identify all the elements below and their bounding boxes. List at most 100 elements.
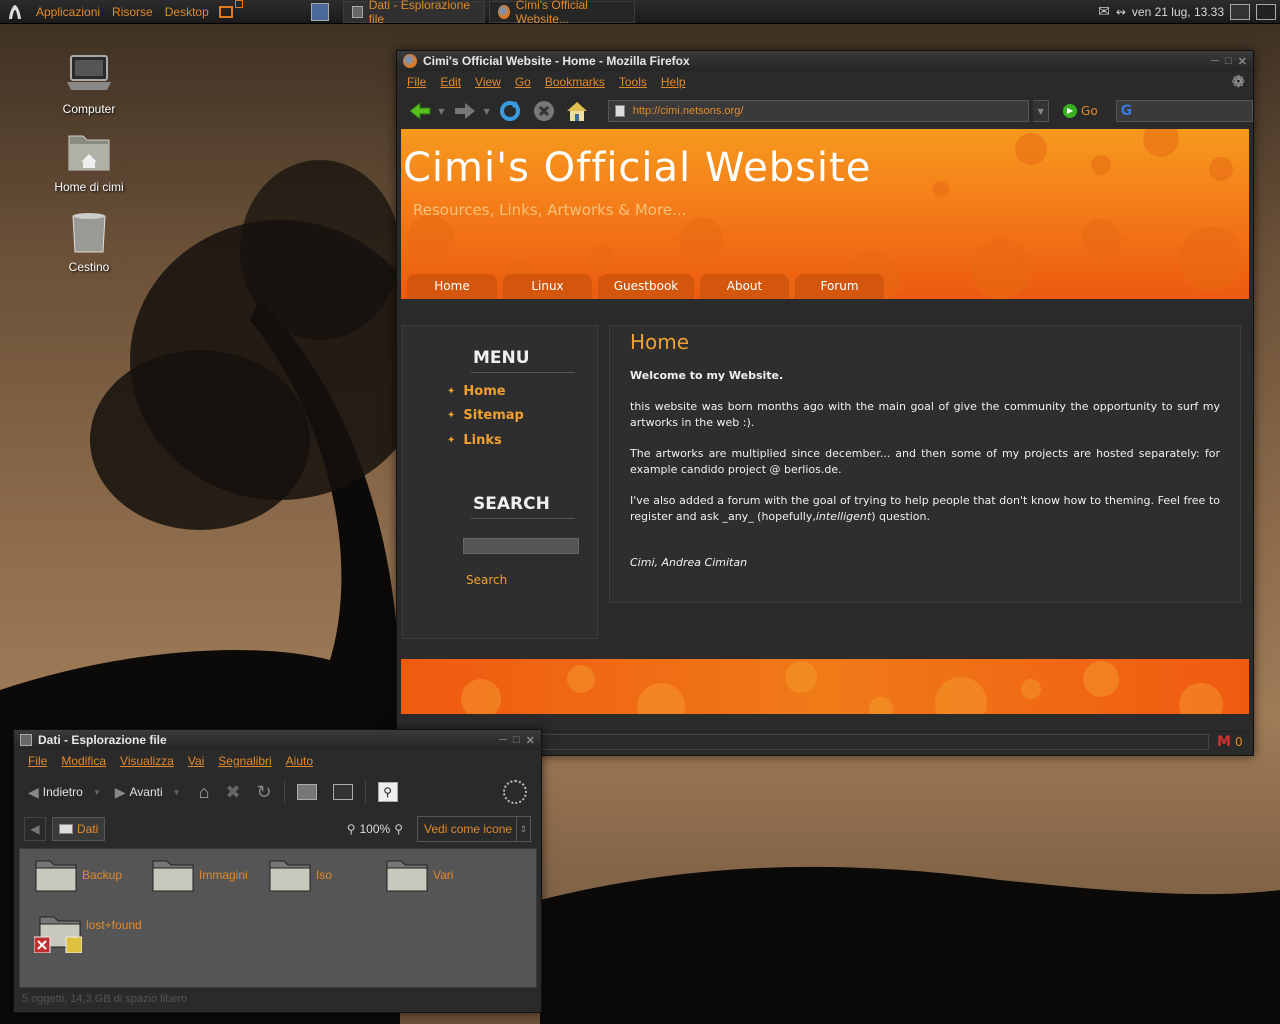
breadcrumb-label: Dati [77, 822, 99, 836]
window-titlebar[interactable]: Dati - Esplorazione file ─ □ ✕ [14, 730, 541, 750]
divider [471, 518, 575, 519]
sidebar-link-home[interactable]: ✦ Home [447, 384, 506, 399]
taskbar-label: Cimi's Official Website... [515, 0, 588, 26]
monitor-icon[interactable] [1230, 3, 1250, 20]
view-mode-select[interactable]: Vedi come icone ⇕ [417, 816, 531, 842]
workspace-switcher[interactable] [218, 0, 243, 18]
taskbar-item-file-manager[interactable]: Dati - Esplorazione file [342, 0, 485, 26]
network-icon[interactable]: ↭ [1116, 5, 1126, 19]
go-button[interactable]: ▶ Go [1063, 104, 1098, 118]
stop-icon [533, 101, 554, 121]
menu-file[interactable]: File [28, 754, 47, 768]
window-titlebar[interactable]: Cimi's Official Website - Home - Mozilla… [397, 51, 1253, 71]
zoom-in-icon[interactable]: ⚲ [394, 822, 403, 836]
stop-button[interactable] [529, 96, 558, 126]
sidebar-link-links[interactable]: ✦ Links [447, 433, 502, 448]
menu-tools[interactable]: Tools [619, 75, 647, 89]
notification-icon[interactable]: ✉ [1098, 3, 1110, 20]
close-icon[interactable]: ✕ [526, 734, 535, 747]
zoom-out-icon[interactable]: ⚲ [347, 822, 356, 836]
page-icon [614, 105, 625, 117]
desktop-icon-label: Home di cimi [54, 180, 124, 194]
home-button[interactable] [562, 96, 591, 126]
web-page: Cimi's Official Website Resources, Links… [401, 129, 1249, 721]
url-bar[interactable]: http://cimi.netsons.org/ [607, 100, 1030, 122]
site-nav-about[interactable]: About [700, 274, 789, 299]
menu-bookmarks[interactable]: Bookmarks [545, 75, 605, 89]
folder-icon [35, 860, 77, 892]
back-button[interactable] [405, 96, 434, 126]
desktop-icon-trash[interactable]: Cestino [44, 210, 134, 274]
applications-menu[interactable]: Applicazioni [30, 5, 106, 19]
menu-go[interactable]: Vai [188, 754, 204, 768]
back-button[interactable]: ◀ Indietro ▼ [24, 784, 105, 801]
drive-icon [59, 824, 73, 834]
site-nav-forum[interactable]: Forum [795, 274, 884, 299]
site-search-input[interactable] [463, 538, 579, 554]
menu-help[interactable]: Aiuto [286, 754, 313, 768]
top-panel: Applicazioni Risorse Desktop Dati - Espl… [0, 0, 1280, 26]
toolbar-separator [364, 780, 366, 804]
divider [471, 372, 575, 373]
folder-label: Vari [433, 868, 454, 882]
desktop-icon-label: Computer [62, 102, 116, 116]
menu-go[interactable]: Go [515, 75, 531, 89]
gmail-count: 0 [1234, 734, 1243, 749]
sidebar-link-sitemap[interactable]: ✦ Sitemap [447, 408, 524, 423]
distro-logo-icon[interactable] [6, 3, 24, 21]
folder-lost-found[interactable]: lost+found [34, 913, 142, 953]
gmail-notifier[interactable]: M 0 [1217, 734, 1243, 750]
busy-spinner-icon [503, 780, 527, 804]
toolbar-separator [283, 780, 285, 804]
breadcrumb-dati[interactable]: Dati [52, 817, 106, 841]
minimize-icon[interactable]: ─ [1211, 55, 1219, 68]
site-nav-linux[interactable]: Linux [503, 274, 592, 299]
folder-vari[interactable]: Vari [385, 857, 453, 893]
reload-button[interactable] [496, 96, 525, 126]
forward-arrow-icon: ▶ [114, 783, 126, 800]
up-icon[interactable]: ⌂ [199, 782, 210, 803]
menu-bookmarks[interactable]: Segnalibri [218, 754, 271, 768]
sidebar-link-label: Links [463, 433, 502, 448]
back-dropdown-icon[interactable]: ▼ [438, 107, 446, 116]
desktop-icon-computer[interactable]: Computer [44, 52, 134, 116]
menu-help[interactable]: Help [661, 75, 686, 89]
folder-label: lost+found [86, 918, 142, 932]
taskbar-item-firefox[interactable]: Cimi's Official Website... [488, 0, 635, 26]
folder-backup[interactable]: Backup [34, 857, 122, 893]
reload-icon[interactable]: ↻ [257, 782, 272, 803]
path-scroll-left-icon[interactable]: ◀ [24, 817, 46, 841]
forward-dropdown-icon[interactable]: ▼ [484, 107, 492, 116]
computer-icon[interactable] [332, 784, 353, 800]
system-monitor-icon[interactable] [1256, 3, 1276, 20]
menu-file[interactable]: File [407, 75, 426, 89]
menu-view[interactable]: View [475, 75, 501, 89]
site-nav-guestbook[interactable]: Guestbook [598, 274, 694, 299]
minimize-icon[interactable]: ─ [499, 734, 507, 747]
forward-button[interactable] [450, 96, 479, 126]
site-search-button[interactable]: Search [466, 573, 507, 587]
desktop-menu[interactable]: Desktop [159, 5, 215, 19]
search-box[interactable]: G [1115, 100, 1254, 122]
home-folder-icon[interactable] [296, 784, 317, 800]
places-menu[interactable]: Risorse [106, 5, 159, 19]
folder-immagini[interactable]: Immagini [151, 857, 248, 893]
menu-edit[interactable]: Modifica [61, 754, 106, 768]
paragraph-1: this website was born months ago with th… [630, 400, 1220, 429]
site-nav-home[interactable]: Home [407, 274, 497, 299]
panel-tray: ✉ ↭ ven 21 lug, 13.33 [1098, 3, 1280, 20]
menu-edit[interactable]: Edit [440, 75, 461, 89]
search-icon[interactable]: ⚲ [377, 782, 398, 802]
menu-view[interactable]: Visualizza [120, 754, 174, 768]
close-icon[interactable]: ✕ [1238, 55, 1247, 68]
show-desktop-icon[interactable] [310, 2, 329, 21]
stop-icon[interactable]: ✖ [225, 782, 240, 803]
clock[interactable]: ven 21 lug, 13.33 [1132, 5, 1224, 19]
folder-iso[interactable]: Iso [268, 857, 332, 893]
maximize-icon[interactable]: □ [513, 734, 520, 747]
forward-button[interactable]: ▶ Avanti ▼ [111, 784, 185, 801]
url-dropdown-icon[interactable]: ▼ [1033, 100, 1050, 122]
desktop-icon-home[interactable]: Home di cimi [44, 130, 134, 194]
zoom-level[interactable]: 100% [360, 822, 391, 836]
maximize-icon[interactable]: □ [1225, 55, 1232, 68]
